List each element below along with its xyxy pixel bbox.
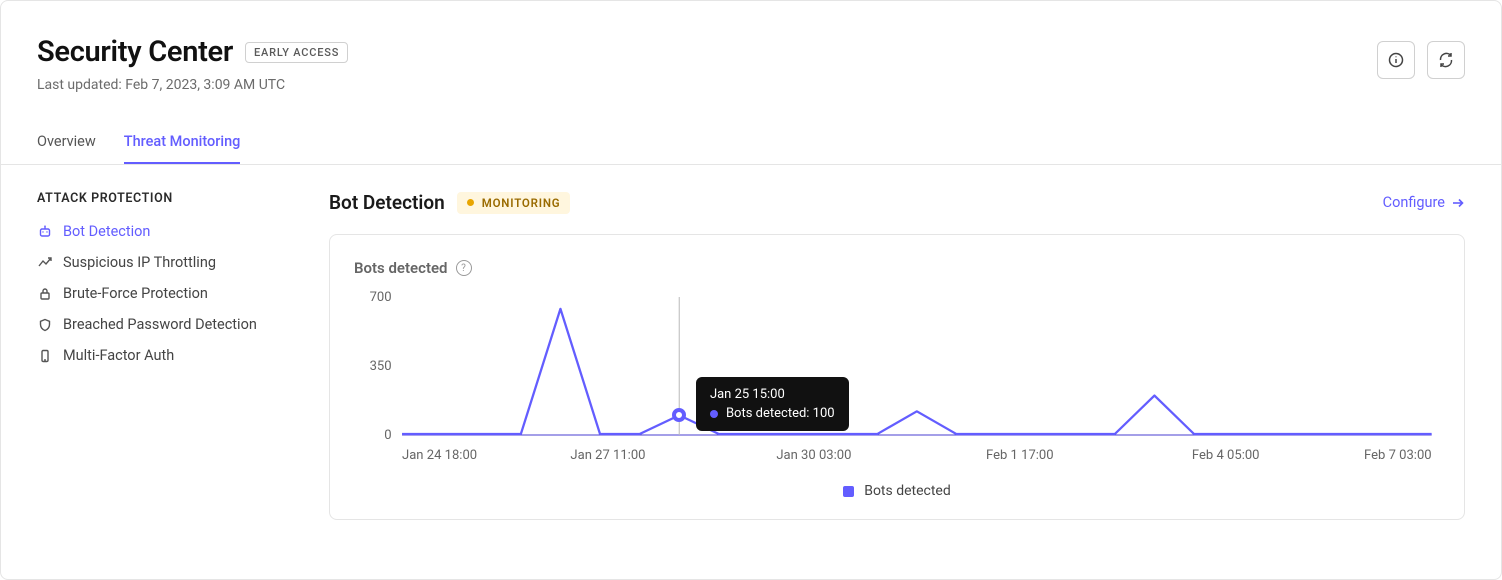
info-icon bbox=[1388, 52, 1404, 68]
status-dot-icon bbox=[467, 199, 474, 206]
sidebar-heading: ATTACK PROTECTION bbox=[37, 191, 305, 206]
tab-threat-monitoring[interactable]: Threat Monitoring bbox=[124, 121, 241, 164]
bot-icon bbox=[37, 225, 53, 239]
svg-text:Feb 4 05:00: Feb 4 05:00 bbox=[1192, 448, 1260, 463]
svg-text:Feb 7 03:00: Feb 7 03:00 bbox=[1364, 448, 1432, 463]
trend-icon bbox=[37, 256, 53, 270]
sidebar: ATTACK PROTECTION Bot Detection Suspicio… bbox=[37, 191, 305, 520]
status-badge: MONITORING bbox=[457, 192, 571, 214]
chart-legend: Bots detected bbox=[354, 483, 1440, 499]
sidebar-item-suspicious-ip[interactable]: Suspicious IP Throttling bbox=[37, 247, 305, 278]
svg-text:Feb 1 17:00: Feb 1 17:00 bbox=[986, 448, 1054, 463]
page-title: Security Center bbox=[37, 35, 233, 69]
sidebar-item-bot-detection[interactable]: Bot Detection bbox=[37, 216, 305, 247]
svg-text:Jan 30 03:00: Jan 30 03:00 bbox=[776, 448, 851, 463]
refresh-button[interactable] bbox=[1427, 41, 1465, 79]
chart-hover-point bbox=[672, 408, 686, 422]
refresh-icon bbox=[1438, 52, 1454, 68]
early-access-badge: EARLY ACCESS bbox=[245, 42, 348, 63]
sidebar-item-label: Bot Detection bbox=[63, 223, 150, 240]
info-button[interactable] bbox=[1377, 41, 1415, 79]
sidebar-item-brute-force[interactable]: Brute-Force Protection bbox=[37, 278, 305, 309]
svg-text:0: 0 bbox=[384, 428, 391, 443]
last-updated-text: Last updated: Feb 7, 2023, 3:09 AM UTC bbox=[37, 77, 348, 93]
sidebar-item-label: Suspicious IP Throttling bbox=[63, 254, 216, 271]
arrow-right-icon bbox=[1451, 196, 1465, 210]
chart-card: Bots detected ? 0 350 700 Jan 24 18:00 Jan 2… bbox=[329, 234, 1465, 520]
sidebar-item-label: Multi-Factor Auth bbox=[63, 347, 174, 364]
legend-label: Bots detected bbox=[864, 483, 951, 499]
configure-label: Configure bbox=[1383, 194, 1445, 211]
sidebar-item-mfa[interactable]: Multi-Factor Auth bbox=[37, 340, 305, 371]
bots-line-chart[interactable]: 0 350 700 Jan 24 18:00 Jan 27 11:00 Jan 30 03… bbox=[354, 289, 1440, 469]
lock-icon bbox=[37, 287, 53, 301]
tab-overview[interactable]: Overview bbox=[37, 121, 96, 164]
card-title: Bots detected bbox=[354, 259, 448, 277]
svg-text:700: 700 bbox=[370, 290, 392, 305]
shield-icon bbox=[37, 318, 53, 332]
legend-swatch-icon bbox=[843, 486, 854, 497]
section-title: Bot Detection bbox=[329, 191, 445, 214]
svg-text:Jan 24 18:00: Jan 24 18:00 bbox=[402, 448, 477, 463]
svg-text:Jan 27 11:00: Jan 27 11:00 bbox=[570, 448, 645, 463]
chart-container: 0 350 700 Jan 24 18:00 Jan 27 11:00 Jan 30 03… bbox=[354, 289, 1440, 469]
phone-icon bbox=[37, 349, 53, 363]
svg-text:350: 350 bbox=[370, 359, 392, 374]
sidebar-item-breached-password[interactable]: Breached Password Detection bbox=[37, 309, 305, 340]
sidebar-item-label: Breached Password Detection bbox=[63, 316, 257, 333]
sidebar-item-label: Brute-Force Protection bbox=[63, 285, 208, 302]
status-label: MONITORING bbox=[482, 196, 561, 210]
configure-link[interactable]: Configure bbox=[1383, 194, 1465, 211]
help-icon[interactable]: ? bbox=[456, 260, 472, 276]
tabs: Overview Threat Monitoring bbox=[1, 121, 1501, 165]
